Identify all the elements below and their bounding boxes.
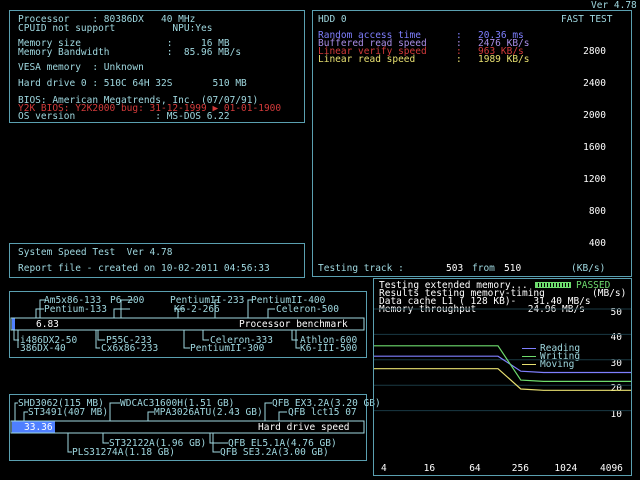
memory-timing-chart xyxy=(374,308,631,412)
mem-series-reading xyxy=(374,355,631,374)
mem-series-writing xyxy=(374,345,631,382)
